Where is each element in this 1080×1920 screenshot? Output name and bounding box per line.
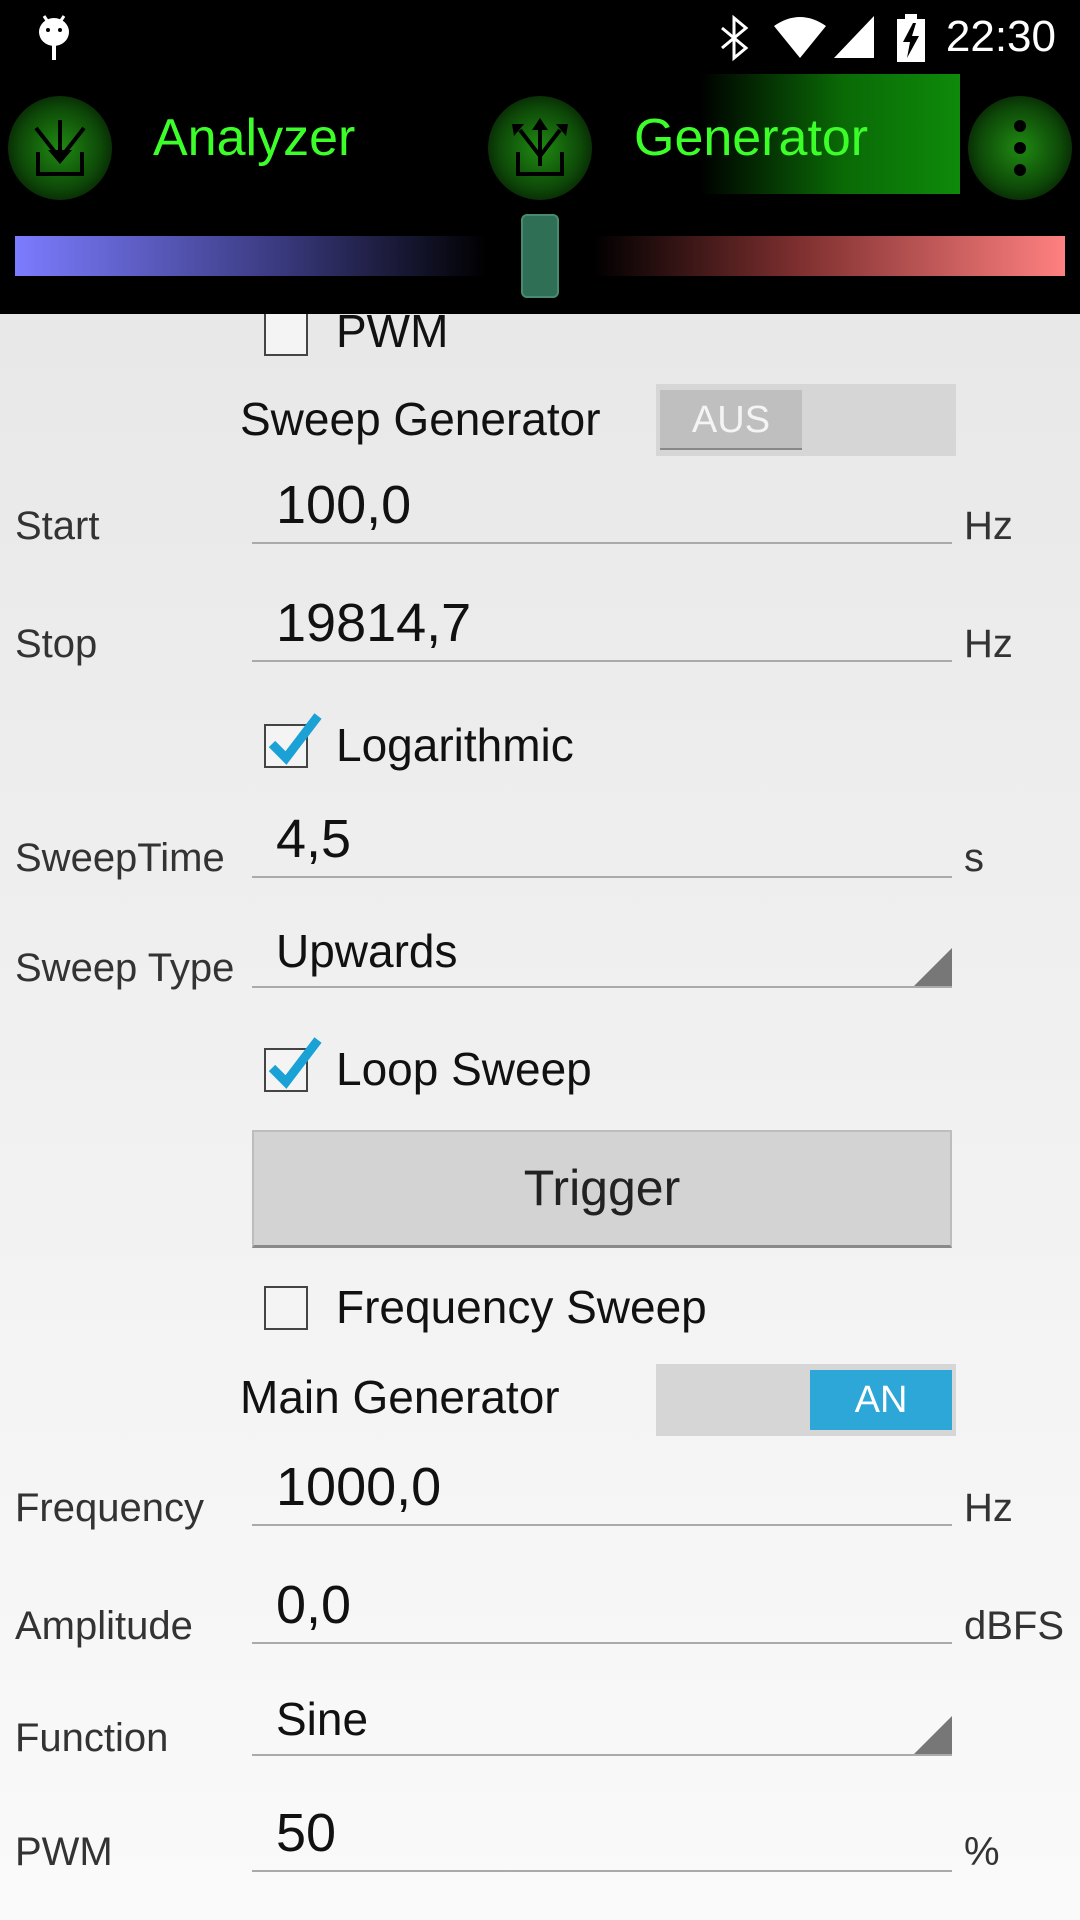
start-frequency-value: 100,0	[276, 475, 412, 535]
sweep-type-value: Upwards	[276, 925, 458, 977]
main-generator-label: Main Generator	[240, 1371, 560, 1423]
main-generator-switch-knob: AN	[810, 1370, 952, 1430]
checkmark-icon	[268, 1037, 322, 1089]
logarithmic-checkbox[interactable]	[264, 713, 322, 768]
stop-frequency-value: 19814,7	[276, 593, 472, 653]
loop-sweep-label: Loop Sweep	[336, 1043, 592, 1095]
amplitude-unit: dBFS	[964, 1604, 1065, 1648]
balance-slider-thumb[interactable]	[521, 214, 559, 298]
input-arrow-icon	[34, 120, 86, 176]
frequency-label: Frequency	[15, 1486, 204, 1530]
frequency-sweep-checkbox[interactable]	[264, 1286, 308, 1330]
bluetooth-icon	[721, 14, 749, 62]
cell-signal-icon	[834, 16, 874, 58]
dropdown-corner-icon	[914, 948, 952, 986]
stop-label: Stop	[15, 622, 98, 666]
frequency-value: 1000,0	[276, 1457, 442, 1517]
sweep-time-label: SweepTime	[15, 836, 225, 880]
sweep-generator-switch-knob: AUS	[660, 390, 802, 450]
pwm-unit: %	[964, 1830, 1000, 1874]
dropdown-corner-icon	[914, 1716, 952, 1754]
frequency-sweep-label: Frequency Sweep	[336, 1281, 707, 1333]
generator-settings[interactable]: PWM Sweep Generator AUS Start 100,0 Hz S…	[0, 314, 1080, 1920]
logarithmic-label: Logarithmic	[336, 719, 574, 771]
amplitude-value: 0,0	[276, 1575, 352, 1635]
start-label: Start	[15, 504, 100, 548]
mode-toolbar: Analyzer Generator	[0, 74, 1080, 314]
start-unit: Hz	[964, 504, 1013, 548]
sweep-time-unit: s	[964, 836, 984, 880]
tab-generator[interactable]: Generator	[634, 108, 868, 168]
frequency-input[interactable]: 1000,0	[252, 1457, 952, 1526]
stop-unit: Hz	[964, 622, 1013, 666]
generator-mode-button[interactable]	[488, 96, 592, 200]
loop-sweep-checkbox[interactable]	[264, 1037, 322, 1092]
trigger-button[interactable]: Trigger	[252, 1130, 952, 1248]
pwm-checkbox-label: PWM	[336, 314, 449, 357]
status-time: 22:30	[945, 12, 1056, 61]
function-dropdown[interactable]: Sine	[252, 1693, 952, 1756]
frequency-unit: Hz	[964, 1486, 1013, 1530]
analyzer-mode-button[interactable]	[8, 96, 112, 200]
amplitude-input[interactable]: 0,0	[252, 1575, 952, 1644]
sweep-type-label: Sweep Type	[15, 946, 235, 990]
start-frequency-input[interactable]: 100,0	[252, 475, 952, 544]
pwm-value: 50	[276, 1803, 337, 1863]
pwm-label: PWM	[15, 1830, 113, 1874]
sweep-type-dropdown[interactable]: Upwards	[252, 925, 952, 988]
output-arrows-icon	[512, 118, 568, 176]
status-bar: 22:30	[0, 0, 1080, 74]
overflow-menu-button[interactable]	[968, 96, 1072, 200]
function-value: Sine	[276, 1693, 369, 1745]
battery-charging-icon	[897, 14, 925, 62]
stop-frequency-input[interactable]: 19814,7	[252, 593, 952, 662]
sweep-generator-switch[interactable]: AUS	[656, 384, 956, 456]
sweep-generator-label: Sweep Generator	[240, 393, 601, 445]
android-debug-icon	[39, 15, 69, 60]
wifi-icon	[774, 17, 826, 58]
pwm-checkbox[interactable]	[264, 314, 308, 356]
pwm-input[interactable]: 50	[252, 1803, 952, 1872]
tab-analyzer[interactable]: Analyzer	[153, 108, 355, 168]
function-label: Function	[15, 1716, 169, 1760]
more-vert-icon	[1014, 120, 1026, 176]
sweep-time-input[interactable]: 4,5	[252, 809, 952, 878]
amplitude-label: Amplitude	[15, 1604, 193, 1648]
sweep-time-value: 4,5	[276, 809, 352, 869]
main-generator-switch[interactable]: AN	[656, 1364, 956, 1436]
checkmark-icon	[268, 713, 322, 765]
